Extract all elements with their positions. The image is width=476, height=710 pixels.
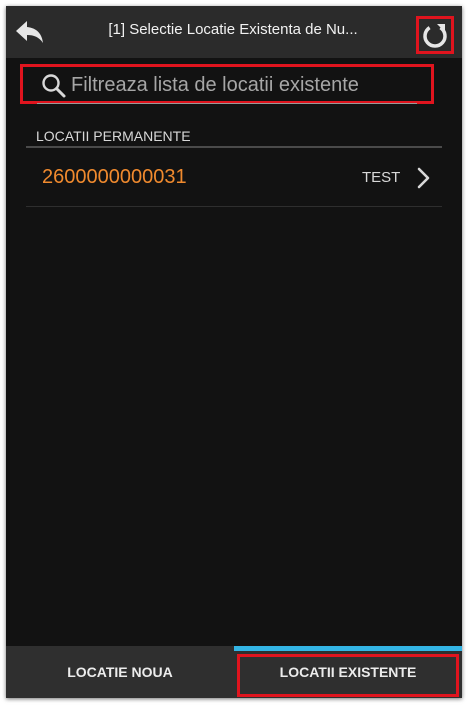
- search-bar: [20, 64, 434, 104]
- search-field: [37, 67, 417, 104]
- refresh-icon: [423, 24, 447, 48]
- row-divider: [26, 206, 442, 207]
- active-tab-indicator: [234, 646, 462, 651]
- location-id: 2600000000031: [42, 166, 187, 188]
- refresh-button[interactable]: [416, 16, 454, 54]
- top-bar: [1] Selectie Locatie Existenta de Nu...: [6, 6, 462, 58]
- search-input[interactable]: [71, 69, 411, 101]
- page-title: [1] Selectie Locatie Existenta de Nu...: [108, 21, 358, 38]
- location-tag: TEST: [362, 169, 401, 186]
- back-arrow-icon: [16, 21, 43, 43]
- tab-locatie-noua[interactable]: LOCATIE NOUA: [6, 646, 234, 698]
- tab-highlight-frame: [237, 654, 459, 697]
- search-icon: [42, 74, 66, 98]
- app-screen: [1] Selectie Locatie Existenta de Nu... …: [6, 6, 462, 698]
- chevron-right-icon: [417, 167, 430, 189]
- back-button[interactable]: [14, 18, 46, 46]
- section-divider: [26, 146, 442, 148]
- section-header: LOCATII PERMANENTE: [36, 128, 191, 144]
- location-list-item[interactable]: 2600000000031 TEST: [26, 150, 442, 206]
